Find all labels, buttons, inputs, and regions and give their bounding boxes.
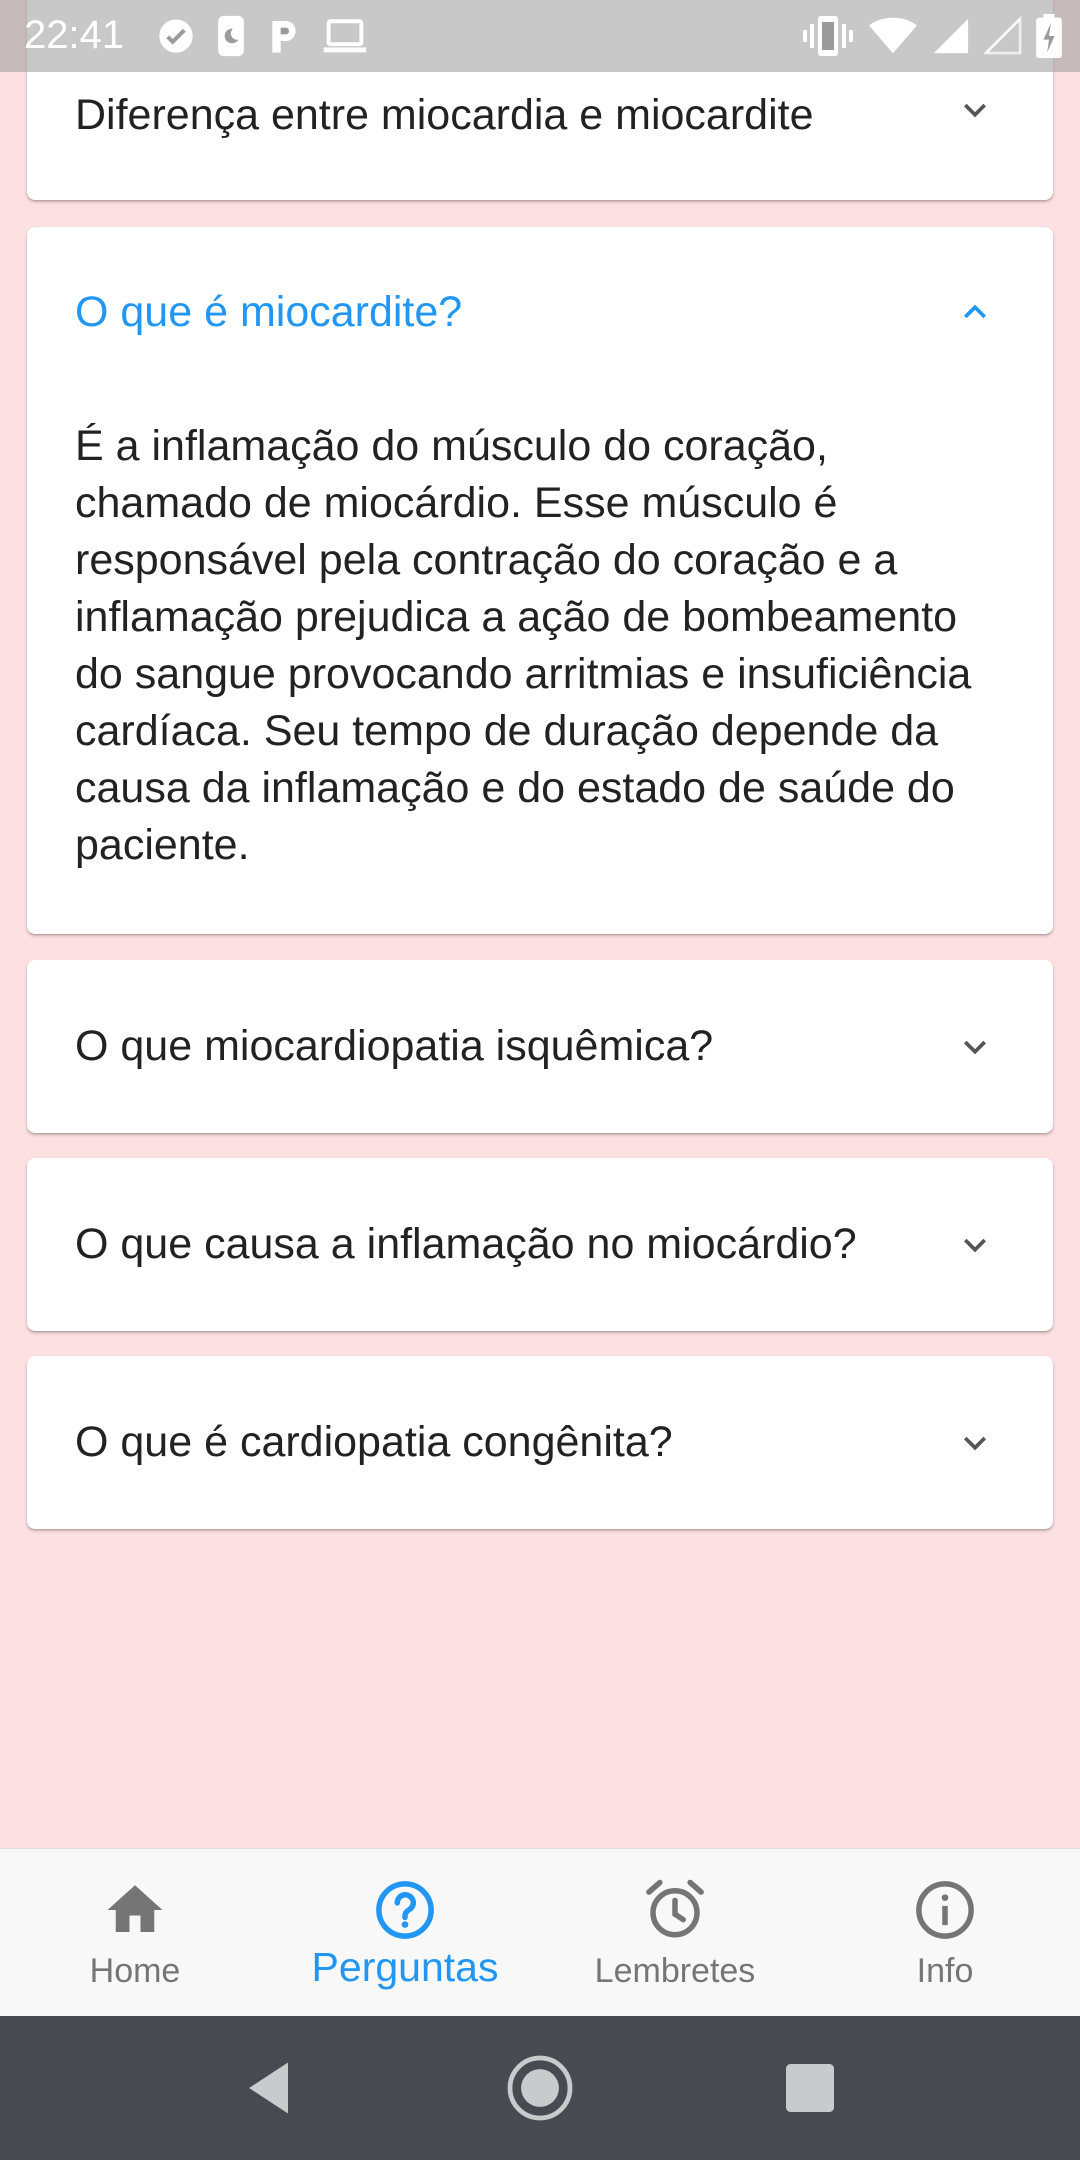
battery-charging-icon xyxy=(1036,14,1062,58)
check-circle-icon xyxy=(156,16,196,56)
nav-info[interactable]: Info xyxy=(810,1849,1080,2017)
nav-label: Info xyxy=(916,1952,974,1990)
notification-icons xyxy=(156,12,368,60)
info-icon xyxy=(916,1881,974,1939)
help-circle-icon xyxy=(376,1881,434,1939)
nav-perguntas[interactable]: Perguntas xyxy=(270,1849,540,2017)
system-status-icons xyxy=(802,12,1062,60)
back-icon[interactable] xyxy=(234,2052,306,2124)
recents-icon[interactable] xyxy=(774,2052,846,2124)
wifi-icon xyxy=(868,16,918,56)
home-circle-icon[interactable] xyxy=(504,2052,576,2124)
home-icon xyxy=(107,1885,163,1932)
nav-label: Home xyxy=(89,1952,181,1990)
faq-question: Diferença entre miocardia e miocardite xyxy=(75,90,814,139)
alarm-clock-icon xyxy=(646,1879,704,1938)
faq-answer: É a inflamação do músculo do coração, ch… xyxy=(75,422,972,869)
vibrate-icon xyxy=(802,14,854,58)
nav-home[interactable]: Home xyxy=(0,1849,270,2017)
p-parking-icon xyxy=(266,16,302,56)
faq-item[interactable]: O que causa a inflamação no miocárdio? xyxy=(27,1158,1053,1331)
system-navigation-bar xyxy=(0,2016,1080,2160)
faq-question: O que é miocardite? xyxy=(75,287,463,336)
phone-moon-icon xyxy=(216,14,246,58)
status-bar: 22:41 xyxy=(0,0,1080,72)
signal-empty-icon xyxy=(984,16,1022,56)
chevron-down-icon xyxy=(964,1436,986,1450)
laptop-icon xyxy=(322,18,368,54)
faq-item-expanded[interactable]: O que é miocardite? É a inflamação do mú… xyxy=(27,227,1053,934)
faq-question: O que é cardiopatia congênita? xyxy=(75,1418,673,1466)
chevron-up-icon xyxy=(964,304,986,319)
chevron-down-icon xyxy=(964,103,986,118)
faq-item[interactable]: O que miocardiopatia isquêmica? xyxy=(27,960,1053,1133)
bottom-navigation: Home Perguntas Lembretes Info xyxy=(0,1848,1080,2017)
faq-question: O que miocardiopatia isquêmica? xyxy=(75,1022,714,1070)
nav-label: Lembretes xyxy=(594,1952,756,1990)
faq-question: O que causa a inflamação no miocárdio? xyxy=(75,1220,857,1268)
nav-label: Perguntas xyxy=(311,1944,499,1990)
chevron-down-icon xyxy=(964,1238,986,1252)
faq-item[interactable]: O que é cardiopatia congênita? xyxy=(27,1356,1053,1529)
nav-lembretes[interactable]: Lembretes xyxy=(540,1849,810,2017)
signal-icon xyxy=(932,16,970,56)
chevron-down-icon xyxy=(964,1040,986,1054)
faq-list: Diferença entre miocardia e miocardite O… xyxy=(0,0,1080,1848)
status-time: 22:41 xyxy=(24,13,125,57)
